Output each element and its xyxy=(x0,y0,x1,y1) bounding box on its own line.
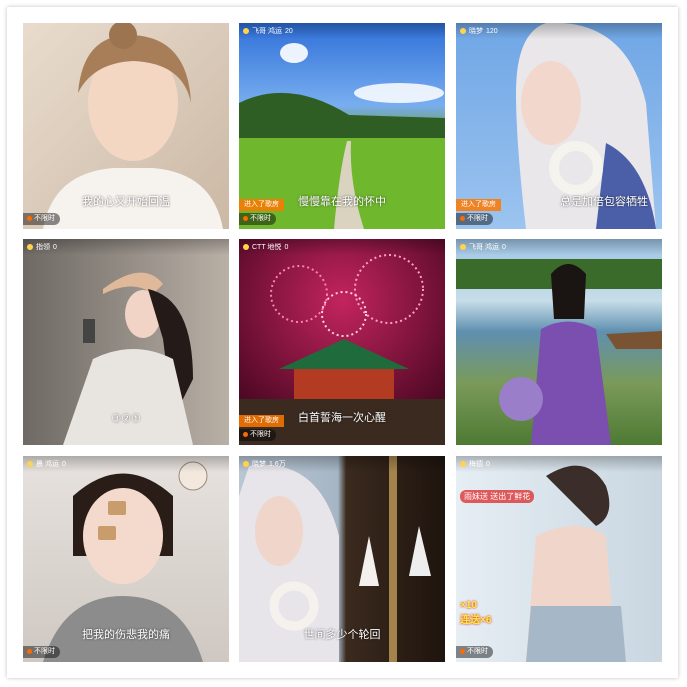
live-room-tile-4[interactable]: 指领 0 ③②① xyxy=(23,239,229,445)
status-badge: 不限时 xyxy=(456,646,493,658)
collage-frame: 我的心又开始回温 不限时 飞哥 鸿运 20 进入了歌房 慢慢靠在我的怀中 不限时 … xyxy=(7,7,678,678)
room-topbar: 指领 0 xyxy=(23,239,229,255)
lyric-caption: 世间多少个轮回 xyxy=(303,629,381,641)
user-badge-icon xyxy=(243,461,249,467)
user-badge-icon xyxy=(243,244,249,250)
live-dot-icon xyxy=(243,215,248,221)
lyric-caption: 慢慢靠在我的怀中 xyxy=(298,196,386,208)
lyric-caption: 我的心又开始回温 xyxy=(82,196,170,208)
gift-banner: 雨妹送 送出了鲜花 xyxy=(460,490,535,503)
streamer-portrait-9 xyxy=(526,465,626,662)
live-room-tile-6[interactable]: 飞哥 鸿运 0 xyxy=(456,239,662,445)
live-room-tile-9[interactable]: 梅德 0 雨妹送 送出了鲜花 ×10 连送×6 不限时 xyxy=(456,456,662,662)
streamer-portrait-6 xyxy=(456,259,662,445)
room-topbar: CTT 地悦 0 xyxy=(239,239,445,255)
live-room-tile-8[interactable]: 晓梦 1.6万 世间多少个轮回 xyxy=(239,456,445,662)
lyric-caption: 白首誓海一次心醒 xyxy=(298,412,386,424)
live-room-tile-1[interactable]: 我的心又开始回温 不限时 xyxy=(23,23,229,229)
lyric-caption: 把我的伤悲我的痛 xyxy=(82,629,170,641)
live-dot-icon xyxy=(27,215,32,221)
status-badge: 不限时 xyxy=(239,213,276,225)
live-room-tile-2[interactable]: 飞哥 鸿运 20 进入了歌房 慢慢靠在我的怀中 不限时 xyxy=(239,23,445,229)
room-topbar: 飞哥 鸿运 0 xyxy=(456,239,662,255)
lyric-caption: 总是加倍包容牺牲 xyxy=(560,196,648,208)
user-badge-icon xyxy=(460,244,466,250)
live-room-tile-5[interactable]: CTT 地悦 0 进入了歌房 白首誓海一次心醒 不限时 xyxy=(239,239,445,445)
live-room-tile-3[interactable]: 晓梦 120 进入了歌房 总是加倍包容牺牲 不限时 xyxy=(456,23,662,229)
live-dot-icon xyxy=(243,431,248,437)
user-badge-icon xyxy=(27,461,33,467)
countdown-caption: ③②① xyxy=(111,413,141,425)
status-badge: 不限时 xyxy=(23,213,60,225)
room-topbar: 飞哥 鸿运 20 xyxy=(239,23,445,39)
user-badge-icon xyxy=(460,28,466,34)
room-topbar: 梅德 0 xyxy=(456,456,662,472)
live-dot-icon xyxy=(460,215,465,221)
live-dot-icon xyxy=(460,648,465,654)
live-dot-icon xyxy=(27,648,32,654)
status-badge: 不限时 xyxy=(23,646,60,658)
user-badge-icon xyxy=(460,461,466,467)
live-room-tile-7[interactable]: 晨 鸿运 0 把我的伤悲我的痛 不限时 xyxy=(23,456,229,662)
user-badge-icon xyxy=(243,28,249,34)
room-topbar: 晓梦 1.6万 xyxy=(239,456,445,472)
gift-combo: ×10 连送×6 xyxy=(460,600,492,626)
room-topbar: 晨 鸿运 0 xyxy=(23,456,229,472)
status-badge: 不限时 xyxy=(456,213,493,225)
status-badge: 不限时 xyxy=(239,429,276,441)
room-topbar: 晓梦 120 xyxy=(456,23,662,39)
user-badge-icon xyxy=(27,244,33,250)
